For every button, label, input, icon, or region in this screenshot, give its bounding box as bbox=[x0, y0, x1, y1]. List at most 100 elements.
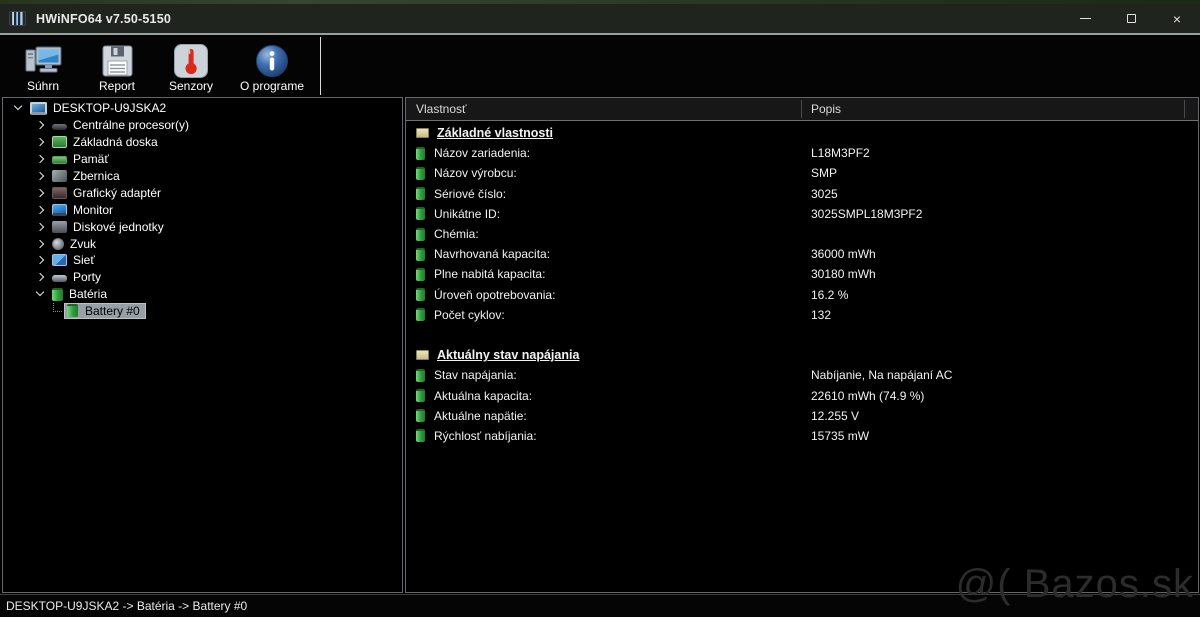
tree-label: Základná doska bbox=[73, 135, 158, 149]
property-label: Navrhovaná kapacita: bbox=[434, 247, 550, 261]
tree-item-battery[interactable]: Batéria bbox=[3, 286, 402, 303]
selected-tree-row[interactable]: Battery #0 bbox=[64, 303, 146, 319]
property-row[interactable]: Názov výrobcu: SMP bbox=[406, 163, 1198, 183]
chevron-right-icon[interactable] bbox=[33, 220, 47, 234]
info-about-icon bbox=[255, 43, 289, 79]
tree-item-gpu[interactable]: Grafický adaptér bbox=[3, 184, 402, 201]
sound-icon bbox=[52, 238, 64, 250]
toolbar: Súhrn Report bbox=[0, 33, 1200, 97]
battery-icon bbox=[52, 288, 63, 301]
property-value: Nabíjanie, Na napájaní AC bbox=[811, 368, 952, 382]
summary-label: Súhrn bbox=[27, 79, 59, 93]
column-resize-handle[interactable] bbox=[801, 100, 802, 118]
property-value: 15735 mW bbox=[811, 429, 869, 443]
tree-label: Zbernica bbox=[73, 169, 120, 183]
property-label: Rýchlosť nabíjania: bbox=[434, 429, 537, 443]
property-label: Stav napájania: bbox=[434, 368, 517, 382]
device-tree-panel[interactable]: DESKTOP-U9JSKA2 Centrálne procesor(y) Zá… bbox=[2, 97, 403, 593]
computer-summary-icon bbox=[24, 43, 62, 79]
column-header-description[interactable]: Popis bbox=[811, 102, 841, 116]
titlebar[interactable]: HWiNFO64 v7.50-5150 × bbox=[0, 4, 1200, 33]
app-icon bbox=[9, 11, 26, 26]
tree-item-battery0-selected[interactable]: Battery #0 bbox=[3, 303, 402, 320]
sensors-button[interactable]: Senzory bbox=[154, 37, 228, 95]
maximize-button[interactable] bbox=[1108, 4, 1154, 33]
property-row[interactable]: Počet cyklov: 132 bbox=[406, 305, 1198, 325]
section-title: Aktuálny stav napájania bbox=[437, 348, 579, 362]
property-label: Počet cyklov: bbox=[434, 308, 505, 322]
property-row[interactable]: Rýchlosť nabíjania: 15735 mW bbox=[406, 426, 1198, 446]
minimize-button[interactable] bbox=[1062, 4, 1108, 33]
section-title: Základné vlastnosti bbox=[437, 126, 553, 140]
report-button[interactable]: Report bbox=[80, 37, 154, 95]
tree-item-bus[interactable]: Zbernica bbox=[3, 168, 402, 185]
property-label: Názov zariadenia: bbox=[434, 146, 530, 160]
spacer-row bbox=[406, 325, 1198, 345]
gpu-icon bbox=[52, 187, 67, 199]
tree-label: DESKTOP-U9JSKA2 bbox=[53, 101, 166, 115]
property-value: 36000 mWh bbox=[811, 247, 876, 261]
tree-item-motherboard[interactable]: Základná doska bbox=[3, 134, 402, 151]
tree-item-network[interactable]: Sieť bbox=[3, 252, 402, 269]
chevron-down-icon[interactable] bbox=[11, 101, 25, 115]
computer-icon bbox=[30, 102, 47, 115]
property-value: 16.2 % bbox=[811, 288, 848, 302]
tree-connector-line bbox=[53, 303, 62, 312]
chevron-right-icon[interactable] bbox=[33, 152, 47, 166]
chevron-right-icon[interactable] bbox=[33, 203, 47, 217]
folder-icon bbox=[416, 128, 429, 138]
battery-icon bbox=[416, 308, 425, 321]
property-row[interactable]: Navrhovaná kapacita: 36000 mWh bbox=[406, 244, 1198, 264]
tree-item-disks[interactable]: Diskové jednotky bbox=[3, 218, 402, 235]
tree-label: Batéria bbox=[69, 287, 107, 301]
tree-label: Diskové jednotky bbox=[73, 220, 164, 234]
property-value: 132 bbox=[811, 308, 831, 322]
property-label: Aktuálne napätie: bbox=[434, 409, 527, 423]
section-row[interactable]: Základné vlastnosti bbox=[406, 123, 1198, 143]
tree-item-ports[interactable]: Porty bbox=[3, 269, 402, 286]
property-row[interactable]: Chémia: bbox=[406, 224, 1198, 244]
battery-icon bbox=[416, 268, 425, 281]
folder-icon bbox=[416, 350, 429, 360]
chevron-down-icon[interactable] bbox=[33, 287, 47, 301]
network-icon bbox=[52, 254, 67, 266]
property-row[interactable]: Unikátne ID: 3025SMPL18M3PF2 bbox=[406, 204, 1198, 224]
tree-item-monitor[interactable]: Monitor bbox=[3, 201, 402, 218]
section-row[interactable]: Aktuálny stav napájania bbox=[406, 345, 1198, 365]
close-icon: × bbox=[1173, 12, 1181, 26]
memory-icon bbox=[52, 156, 67, 164]
tree-item-desktop[interactable]: DESKTOP-U9JSKA2 bbox=[3, 100, 402, 117]
chevron-right-icon[interactable] bbox=[33, 237, 47, 251]
property-row[interactable]: Aktuálne napätie: 12.255 V bbox=[406, 406, 1198, 426]
chevron-right-icon[interactable] bbox=[33, 169, 47, 183]
chevron-right-icon[interactable] bbox=[33, 270, 47, 284]
property-row[interactable]: Stav napájania: Nabíjanie, Na napájaní A… bbox=[406, 365, 1198, 385]
column-resize-handle[interactable] bbox=[1184, 100, 1185, 118]
chevron-right-icon[interactable] bbox=[33, 253, 47, 267]
property-row[interactable]: Sériové číslo: 3025 bbox=[406, 184, 1198, 204]
property-row[interactable]: Plne nabitá kapacita: 30180 mWh bbox=[406, 264, 1198, 284]
report-label: Report bbox=[99, 79, 135, 93]
about-button[interactable]: O programe bbox=[228, 37, 316, 95]
tree-item-cpu[interactable]: Centrálne procesor(y) bbox=[3, 117, 402, 134]
chevron-right-icon[interactable] bbox=[33, 118, 47, 132]
close-button[interactable]: × bbox=[1154, 4, 1200, 33]
tree-item-sound[interactable]: Zvuk bbox=[3, 235, 402, 252]
cpu-icon bbox=[52, 124, 67, 130]
motherboard-icon bbox=[52, 136, 67, 148]
property-label: Chémia: bbox=[434, 227, 479, 241]
tree-item-memory[interactable]: Pamäť bbox=[3, 151, 402, 168]
toolbar-separator bbox=[320, 37, 321, 95]
battery-icon bbox=[416, 147, 425, 160]
chevron-right-icon[interactable] bbox=[33, 186, 47, 200]
monitor-icon bbox=[52, 204, 67, 216]
window-controls: × bbox=[1062, 4, 1200, 33]
property-row[interactable]: Úroveň opotrebovania: 16.2 % bbox=[406, 285, 1198, 305]
property-row[interactable]: Aktuálna kapacita: 22610 mWh (74.9 %) bbox=[406, 385, 1198, 405]
column-header-property[interactable]: Vlastnosť bbox=[406, 102, 467, 116]
tree-label: Porty bbox=[73, 270, 101, 284]
summary-button[interactable]: Súhrn bbox=[6, 37, 80, 95]
chevron-right-icon[interactable] bbox=[33, 135, 47, 149]
property-row[interactable]: Názov zariadenia: L18M3PF2 bbox=[406, 143, 1198, 163]
window-title: HWiNFO64 v7.50-5150 bbox=[36, 12, 171, 26]
